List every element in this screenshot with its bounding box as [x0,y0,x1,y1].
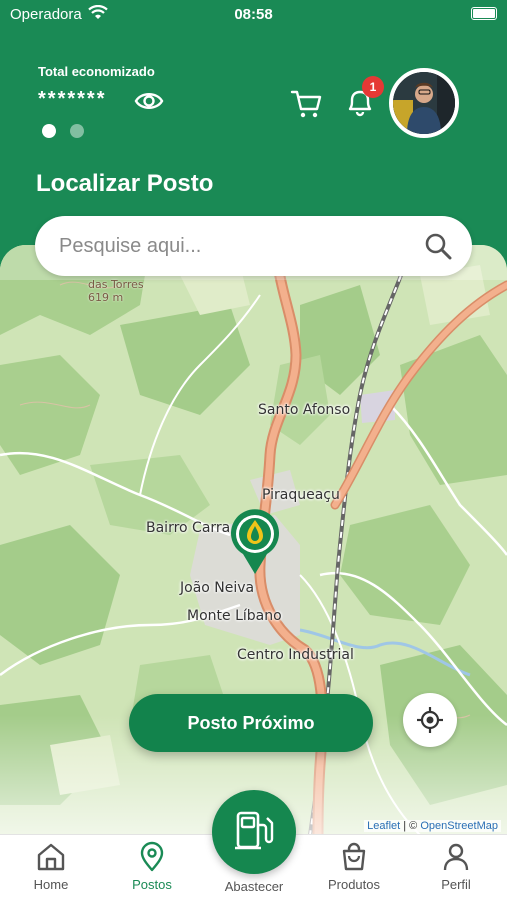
avatar-photo [393,72,455,134]
map-label-santo-afonso: Santo Afonso [258,402,351,418]
nav-home-label: Home [33,877,69,892]
nav-perfil-label: Perfil [441,877,471,892]
home-icon [37,843,65,871]
leaflet-link[interactable]: Leaflet [367,820,400,832]
map-label-monte-libano: Monte Líbano [187,608,282,624]
nav-abastecer-label: Abastecer [224,879,284,894]
shopping-bag-icon [342,842,366,871]
map-pin-icon [140,841,164,872]
carousel-dots [42,124,94,143]
carousel-dot-active[interactable] [42,124,56,138]
status-bar: Operadora 08:58 [0,0,507,30]
clock: 08:58 [234,6,273,23]
nav-produtos-label: Produtos [327,877,381,892]
fuel-pump-icon [235,811,274,850]
carousel-dot[interactable] [70,124,85,138]
crosshair-icon [417,707,443,733]
nearest-station-button[interactable]: Posto Próximo [129,694,373,752]
map-label-peak: das Torres 619 m [88,278,144,304]
abastecer-button[interactable] [212,790,296,874]
notifications-button[interactable]: 1 [344,76,384,122]
attribution-separator: | © [400,820,421,832]
search-bar [35,216,472,276]
search-input[interactable] [59,216,419,276]
user-icon [443,843,469,871]
locate-me-button[interactable] [403,693,457,747]
page-title: Localizar Posto [36,170,214,197]
eye-icon[interactable] [134,88,164,114]
total-saved-value: ******* [38,88,107,110]
map-label-centro-industrial: Centro Industrial [237,647,354,663]
osm-link[interactable]: OpenStreetMap [420,820,498,832]
map-label-piraquecu: Piraqueaçu [262,487,340,503]
search-icon[interactable] [424,232,452,260]
nav-postos[interactable]: Postos [107,841,197,892]
peak-elevation: 619 m [88,291,124,304]
battery-icon [471,7,497,20]
notification-badge: 1 [362,76,384,98]
nav-postos-label: Postos [132,877,172,892]
gas-station-pin[interactable] [229,508,281,576]
total-saved-label: Total economizado [38,64,155,79]
peak-name: das Torres [88,278,144,291]
cart-icon[interactable] [290,86,324,120]
nav-produtos[interactable]: Produtos [309,841,399,892]
nav-perfil[interactable]: Perfil [411,841,501,892]
map-label-joao-neiva: João Neiva [180,580,255,596]
map-attribution: Leaflet | © OpenStreetMap [364,820,501,832]
avatar[interactable] [389,68,459,138]
map-label-bairro-carra: Bairro Carra [146,520,231,536]
nav-home[interactable]: Home [6,841,96,892]
